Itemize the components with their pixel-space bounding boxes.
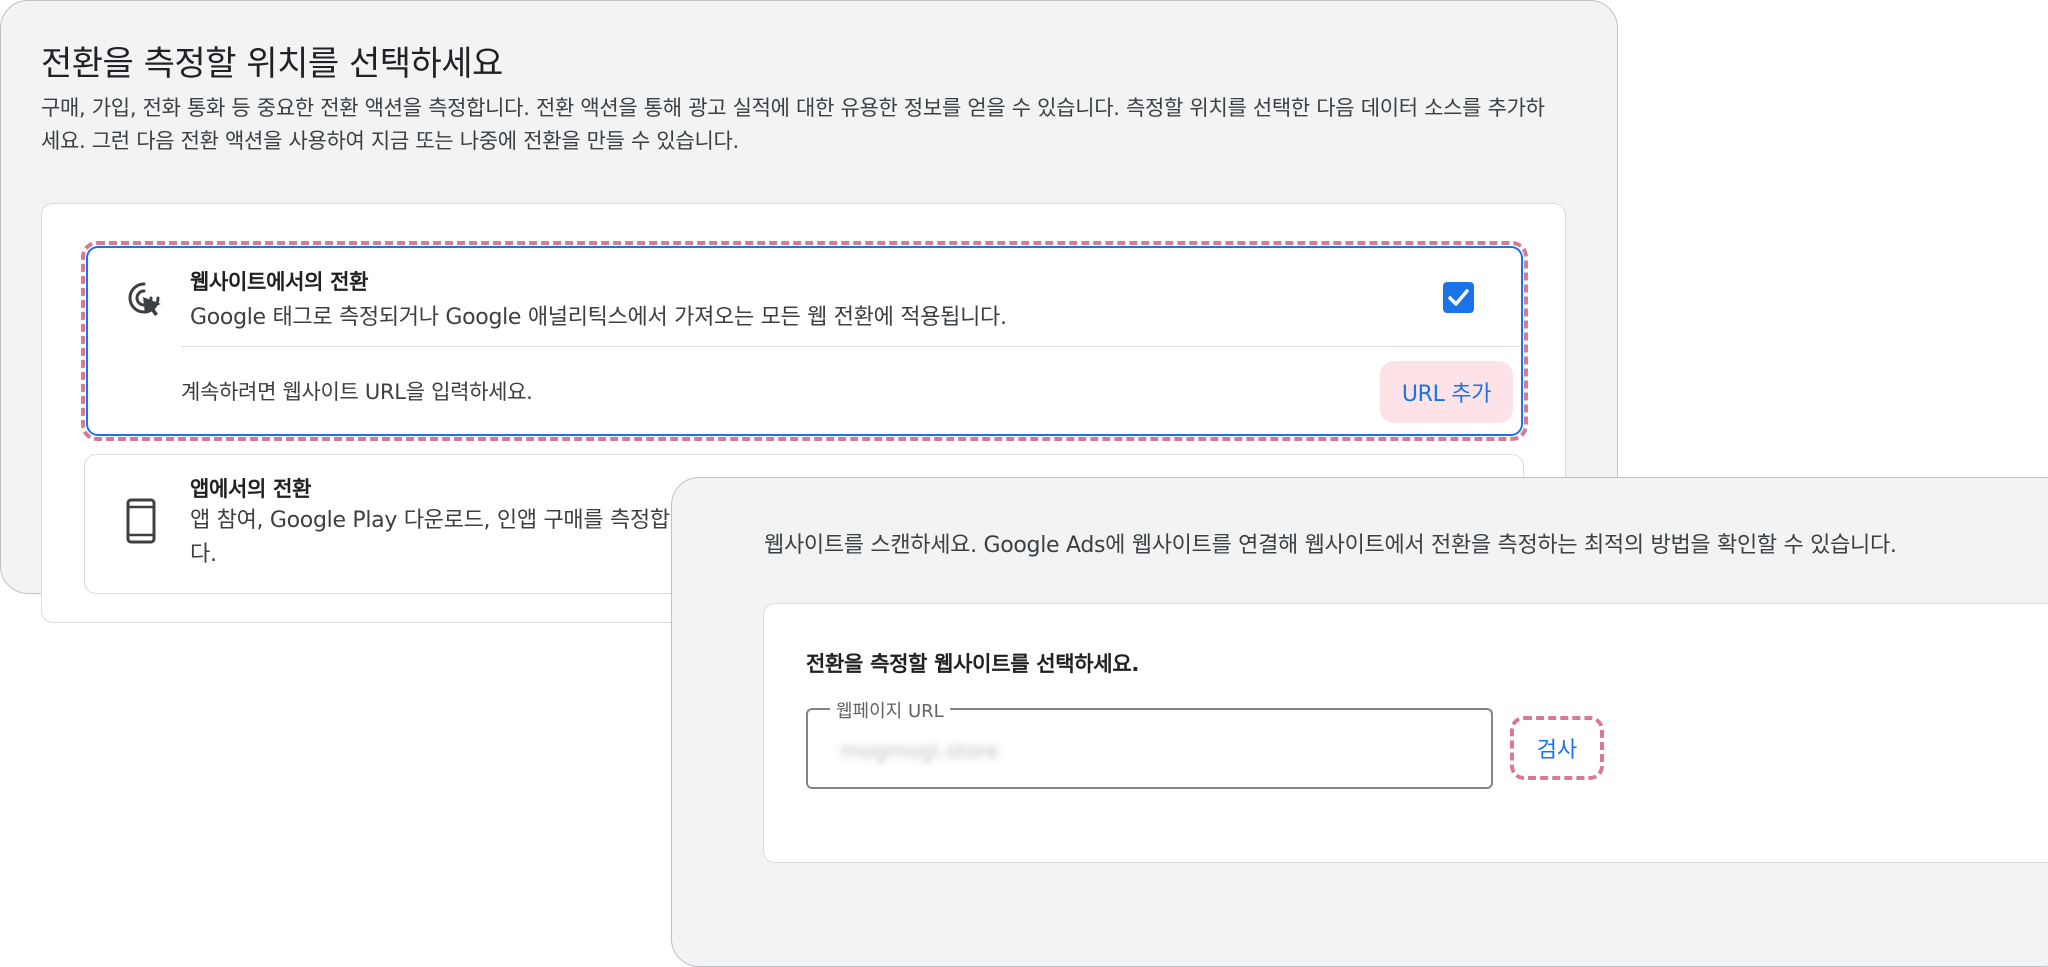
website-option-title: 웹사이트에서의 전환: [190, 270, 369, 294]
add-url-button[interactable]: URL 추가: [1380, 361, 1513, 423]
url-hint-text: 계속하려면 웹사이트 URL을 입력하세요.: [181, 380, 533, 404]
app-option-title: 앱에서의 전환: [190, 477, 312, 501]
app-option-description: 앱 참여, Google Play 다운로드, 인앱 구매를 측정합니다.: [190, 508, 690, 567]
scan-button[interactable]: 검사: [1517, 723, 1597, 773]
url-field-label: 웹페이지 URL: [830, 697, 950, 723]
website-option-description: Google 태그로 측정되거나 Google 애널리틱스에서 가져오는 모든 …: [190, 305, 1007, 330]
website-select-title: 전환을 측정할 웹사이트를 선택하세요.: [806, 652, 1140, 676]
website-option-checkbox[interactable]: [1443, 282, 1474, 313]
checkmark-icon: [1448, 289, 1469, 306]
panel-description: 구매, 가입, 전화 통화 등 중요한 전환 액션을 측정합니다. 전환 액션을…: [41, 96, 1545, 153]
smartphone-icon: [126, 498, 156, 544]
scan-description: 웹사이트를 스캔하세요. Google Ads에 웹사이트를 연결해 웹사이트에…: [764, 533, 1897, 558]
option-divider: [181, 346, 1519, 347]
panel-title: 전환을 측정할 위치를 선택하세요: [41, 44, 503, 84]
webpage-url-input[interactable]: [838, 733, 1462, 769]
cursor-click-icon: [128, 282, 161, 316]
